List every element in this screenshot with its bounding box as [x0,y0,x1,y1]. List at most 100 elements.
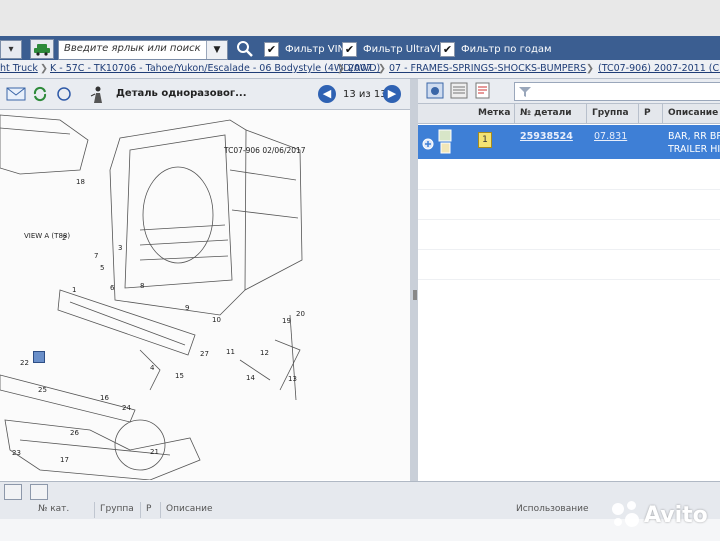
check-icon: ✔ [264,41,279,57]
search-input[interactable]: Введите ярлык или поиск ▼ [58,40,228,60]
toolbar-dropdown-arrow[interactable]: ▾ [0,40,22,59]
filter-ultravin-label: Фильтр UltraVIN [363,43,448,55]
breadcrumb-separator: ❯ [40,63,48,74]
grid-line [418,249,720,250]
svg-text:9: 9 [185,304,189,312]
description-line-2: TRAILER HI [668,144,720,155]
group-link[interactable]: 07.831 [594,131,627,142]
filter-icon [518,84,532,103]
breadcrumb-item[interactable]: 07 - FRAMES-SPRINGS-SHOCKS-BUMPERS [389,63,586,74]
filter-ultravin-checkbox[interactable]: ✔ Фильтр UltraVIN [342,40,447,58]
breadcrumb-item[interactable]: 2007 [348,63,372,74]
diagram-id-label: TC07-906 02/06/2017 [224,146,306,155]
svg-text:22: 22 [20,359,29,367]
svg-text:16: 16 [100,394,109,402]
breadcrumb-separator: ❯ [337,63,345,74]
parts-toolbar [418,79,720,104]
column-header-usage[interactable]: Использование [516,504,589,514]
screen-top-area [0,0,720,36]
column-header-group[interactable]: Группа [100,504,134,514]
prev-page-button[interactable]: ◀ [318,85,336,103]
view-label: VIEW A (T88) [24,232,71,240]
description-line-1: BAR, RR BP [668,131,720,142]
grid-icon[interactable] [30,484,48,500]
splitter-grip[interactable] [413,290,417,300]
chevron-down-icon[interactable]: ▼ [206,41,227,59]
svg-text:4: 4 [150,364,155,372]
svg-text:11: 11 [226,348,235,356]
column-header-mark[interactable]: Метка [478,108,510,118]
panel-splitter[interactable] [410,79,418,481]
svg-text:19: 19 [282,317,291,325]
svg-text:7: 7 [94,252,98,260]
column-header-p[interactable]: P [146,504,151,514]
svg-text:26: 26 [70,429,79,437]
svg-text:14: 14 [246,374,255,382]
page-counter: 13 из 13 [343,89,387,100]
parts-diagram[interactable]: 18 2 7 368 159 10 11 12 19 20 13 14 15 16 25 22 26… [0,110,410,481]
svg-text:12: 12 [260,349,269,357]
view-marker-icon[interactable] [33,351,45,363]
vehicle-icon[interactable] [30,39,54,59]
person-icon[interactable] [90,86,110,103]
part-image-icon[interactable] [438,129,452,159]
column-header-cat-no[interactable]: № кат. [38,504,69,514]
parts-list-panel: Метка № детали Группа P Описание 1 25938… [418,79,720,481]
svg-text:24: 24 [122,404,131,412]
breadcrumb-separator: ❯ [586,63,594,74]
svg-text:25: 25 [38,386,47,394]
svg-text:5: 5 [100,264,104,272]
check-icon: ✔ [440,41,455,57]
avito-wordmark: Avito [644,502,708,528]
diagram-title: Деталь одноразовог... [116,88,247,99]
notes-icon[interactable] [474,82,492,99]
check-icon: ✔ [342,41,357,57]
svg-text:23: 23 [12,449,21,457]
column-header-description[interactable]: Описание [166,504,213,514]
parts-filter-input[interactable] [514,82,720,101]
grid-line [418,219,720,220]
view-details-icon[interactable] [426,82,444,99]
svg-text:18: 18 [76,178,85,186]
email-icon[interactable] [6,86,26,102]
breadcrumb-item[interactable]: ht Truck [0,63,38,74]
svg-text:8: 8 [140,282,144,290]
breadcrumb-item[interactable]: (TC07-906) 2007-2011 (CK1 [598,63,720,74]
svg-text:17: 17 [60,456,69,464]
breadcrumb-separator: ❯ [378,63,386,74]
grid-line [418,279,720,280]
table-row[interactable]: 1 25938524 07.831 BAR, RR BP TRAILER HI [418,125,720,159]
next-page-button[interactable]: ▶ [383,85,401,103]
list-icon[interactable] [4,484,22,500]
svg-text:10: 10 [212,316,221,324]
filter-vin-label: Фильтр VIN [285,43,346,55]
column-header-part-no[interactable]: № детали [520,108,572,118]
svg-text:27: 27 [200,350,209,358]
part-number-link[interactable]: 25938524 [520,131,573,142]
svg-text:20: 20 [296,310,305,318]
refresh-icon[interactable] [32,86,52,102]
breadcrumb-item[interactable]: K - 57C - TK10706 - Tahoe/Yukon/Escalade… [50,63,380,74]
column-header-p[interactable]: P [644,108,651,118]
diagram-panel: Деталь одноразовог... ◀ 13 из 13 ▶ 18 2 … [0,79,410,481]
parts-diagram-drawing: 1827 36 8 159 1011 12 192013 141516 252226… [0,114,305,481]
list-icon[interactable] [450,82,468,99]
avito-watermark: Avito [612,500,708,530]
circle-select-icon[interactable] [56,86,76,102]
mark-badge: 1 [478,132,492,148]
grid-line [418,189,720,190]
filter-vin-checkbox[interactable]: ✔ Фильтр VIN [264,40,345,58]
expand-icon[interactable] [422,135,434,154]
svg-text:6: 6 [110,284,115,292]
svg-text:3: 3 [118,244,122,252]
svg-text:15: 15 [175,372,184,380]
search-placeholder: Введите ярлык или поиск [64,43,201,54]
svg-text:21: 21 [150,448,159,456]
svg-text:1: 1 [72,286,76,294]
column-header-group[interactable]: Группа [592,108,629,118]
binoculars-icon[interactable] [236,40,254,58]
filter-year-checkbox[interactable]: ✔ Фильтр по годам [440,40,552,58]
diagram-toolbar: Деталь одноразовог... ◀ 13 из 13 ▶ [0,79,410,110]
avito-logo-icon [612,501,640,529]
column-header-description[interactable]: Описание [668,108,718,118]
